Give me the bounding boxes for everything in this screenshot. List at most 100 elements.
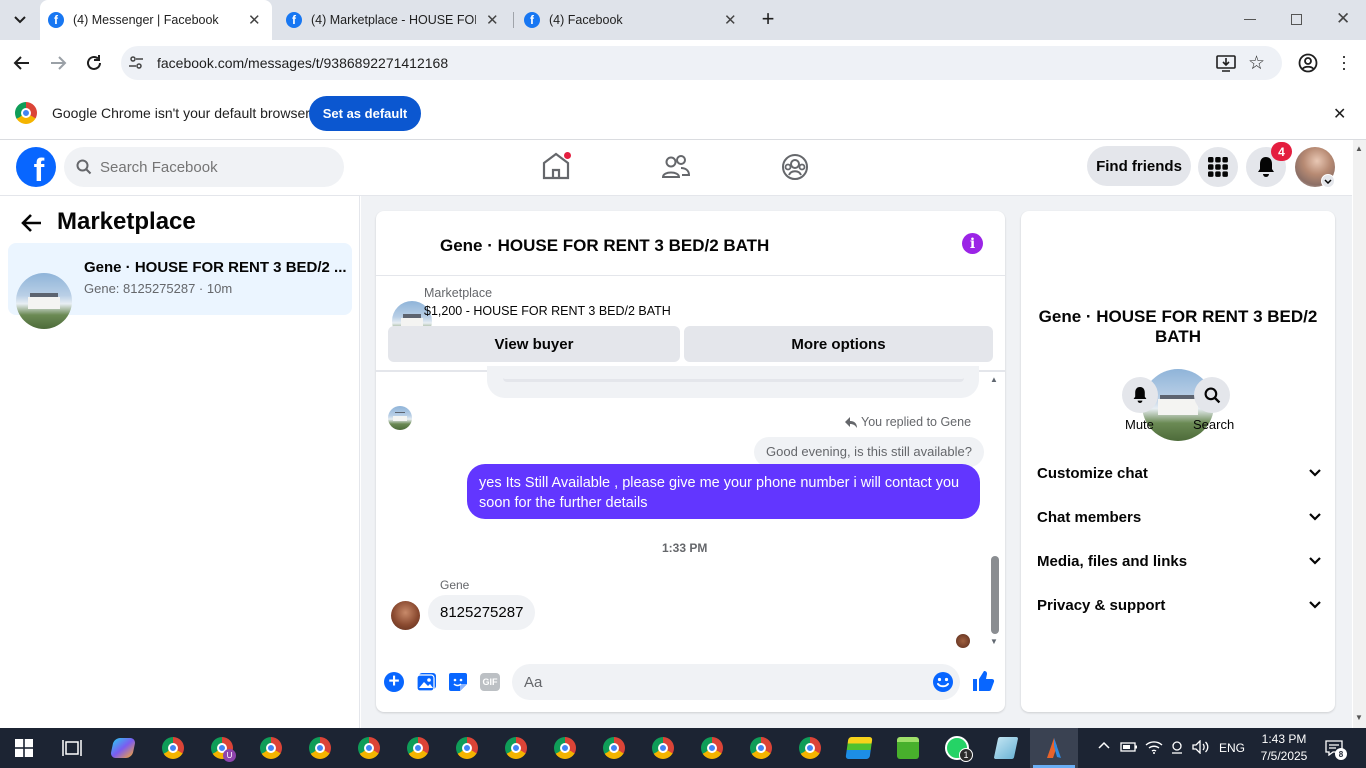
task-view-icon[interactable] bbox=[58, 734, 86, 762]
install-app-icon[interactable] bbox=[1216, 54, 1236, 72]
facebook-favicon-icon: f bbox=[524, 12, 540, 28]
green-app-icon[interactable] bbox=[894, 734, 922, 762]
mute-button[interactable] bbox=[1122, 377, 1158, 413]
chrome-taskbar-icon[interactable] bbox=[355, 734, 383, 762]
page-scrollbar[interactable] bbox=[1353, 140, 1366, 728]
chrome-taskbar-icon[interactable] bbox=[306, 734, 334, 762]
restore-icon[interactable] bbox=[1291, 14, 1302, 25]
tab-facebook[interactable]: f (4) Facebook ✕ bbox=[524, 0, 749, 40]
whatsapp-icon[interactable]: 1 bbox=[943, 734, 973, 762]
back-arrow-icon[interactable] bbox=[21, 213, 43, 233]
listing-price-title[interactable]: $1,200 - HOUSE FOR RENT 3 BED/2 BATH bbox=[424, 304, 671, 318]
friends-icon[interactable] bbox=[661, 153, 691, 181]
section-media-files-links[interactable]: Media, files and links bbox=[1037, 549, 1321, 573]
bluestacks-icon[interactable] bbox=[845, 734, 873, 762]
notification-badge: 4 bbox=[1271, 142, 1292, 161]
search-in-conversation-button[interactable] bbox=[1194, 377, 1230, 413]
tab-messenger[interactable]: f (4) Messenger | Facebook ✕ bbox=[40, 0, 272, 40]
site-info-icon[interactable] bbox=[128, 55, 144, 71]
profile-icon[interactable] bbox=[1298, 53, 1318, 73]
close-window-icon[interactable]: ✕ bbox=[1336, 9, 1350, 29]
section-label: Media, files and links bbox=[1037, 552, 1188, 570]
outgoing-message[interactable]: yes Its Still Available , please give me… bbox=[467, 464, 980, 519]
close-tab-icon[interactable]: ✕ bbox=[248, 11, 261, 29]
active-app-icon[interactable] bbox=[1040, 734, 1068, 762]
chrome-taskbar-icon[interactable] bbox=[649, 734, 677, 762]
attach-photo-icon[interactable] bbox=[416, 672, 437, 692]
chrome-menu-icon[interactable]: · · · bbox=[1341, 47, 1347, 77]
quoted-message[interactable]: Good evening, is this still available? bbox=[754, 437, 984, 467]
find-friends-button[interactable]: Find friends bbox=[1087, 146, 1191, 186]
chrome-taskbar-icon[interactable] bbox=[502, 734, 530, 762]
sticker-icon[interactable] bbox=[448, 672, 468, 692]
back-icon[interactable] bbox=[12, 53, 32, 73]
taskbar-clock[interactable]: 1:43 PM 7/5/2025 bbox=[1252, 731, 1316, 765]
windows-start-icon[interactable] bbox=[10, 734, 38, 762]
tab-marketplace[interactable]: f (4) Marketplace - HOUSE FOR R ✕ bbox=[286, 0, 511, 40]
facebook-search-box[interactable] bbox=[64, 147, 344, 187]
volume-icon[interactable] bbox=[1192, 740, 1210, 754]
close-infobar-icon[interactable]: ✕ bbox=[1333, 104, 1346, 124]
like-thumbs-up-icon[interactable] bbox=[971, 669, 995, 693]
chrome-taskbar-icon[interactable] bbox=[600, 734, 628, 762]
url-text[interactable]: facebook.com/messages/t/9386892271412168 bbox=[157, 55, 448, 71]
scroll-down-arrow-icon[interactable]: ▼ bbox=[1355, 713, 1363, 722]
chrome-taskbar-icon[interactable] bbox=[551, 734, 579, 762]
copilot-icon[interactable] bbox=[109, 734, 137, 762]
chrome-taskbar-icon[interactable] bbox=[698, 734, 726, 762]
chrome-taskbar-icon[interactable] bbox=[159, 734, 187, 762]
chrome-taskbar-icon[interactable] bbox=[453, 734, 481, 762]
meet-now-icon[interactable] bbox=[1169, 740, 1185, 754]
search-label: Search bbox=[1193, 417, 1235, 432]
chrome-taskbar-icon[interactable] bbox=[257, 734, 285, 762]
show-hidden-icons-icon[interactable] bbox=[1098, 741, 1110, 749]
input-language[interactable]: ENG bbox=[1219, 741, 1245, 755]
chrome-taskbar-icon[interactable] bbox=[747, 734, 775, 762]
facebook-search-input[interactable] bbox=[100, 158, 320, 176]
emoji-icon[interactable] bbox=[932, 671, 954, 693]
minimize-icon[interactable] bbox=[1244, 19, 1256, 20]
more-options-button[interactable]: More options bbox=[684, 326, 993, 362]
conversation-info-icon[interactable]: i bbox=[962, 233, 983, 254]
message-composer[interactable] bbox=[512, 664, 960, 700]
incoming-message[interactable]: 8125275287 bbox=[428, 595, 536, 630]
new-tab-icon[interactable]: + bbox=[757, 8, 779, 32]
chrome-taskbar-icon[interactable] bbox=[796, 734, 824, 762]
account-chevron-icon[interactable] bbox=[1321, 174, 1335, 188]
set-as-default-button[interactable]: Set as default bbox=[309, 96, 421, 131]
chrome-taskbar-icon[interactable] bbox=[404, 734, 432, 762]
facebook-logo-letter: f bbox=[33, 152, 45, 187]
message-input[interactable] bbox=[524, 673, 904, 691]
chat-title[interactable]: Gene · HOUSE FOR RENT 3 BED/2 BATH bbox=[440, 236, 769, 256]
section-chat-members[interactable]: Chat members bbox=[1037, 505, 1321, 529]
section-privacy-support[interactable]: Privacy & support bbox=[1037, 593, 1321, 617]
close-tab-icon[interactable]: ✕ bbox=[486, 11, 499, 29]
chat-scroll-down-icon[interactable]: ▼ bbox=[990, 637, 998, 646]
battery-icon[interactable] bbox=[1120, 741, 1138, 753]
notification-center-icon[interactable]: 8 bbox=[1325, 740, 1347, 760]
chrome-logo-icon bbox=[15, 102, 37, 124]
sender-avatar[interactable] bbox=[391, 601, 420, 630]
bookmark-star-icon[interactable]: ☆ bbox=[1248, 52, 1265, 75]
gif-icon[interactable]: GIF bbox=[480, 673, 500, 691]
forward-icon[interactable] bbox=[48, 53, 68, 73]
view-buyer-button[interactable]: View buyer bbox=[388, 326, 680, 362]
chat-scroll-thumb[interactable] bbox=[991, 556, 999, 634]
section-label: Privacy & support bbox=[1037, 596, 1166, 614]
close-tab-icon[interactable]: ✕ bbox=[724, 11, 737, 29]
chrome-profile-taskbar-icon[interactable]: U bbox=[208, 734, 236, 762]
facebook-logo-icon[interactable]: f bbox=[16, 147, 56, 187]
reload-icon[interactable] bbox=[84, 53, 104, 73]
chat-scroll-up-icon[interactable]: ▲ bbox=[990, 375, 998, 384]
reply-indicator-text: You replied to Gene bbox=[861, 415, 972, 429]
scroll-up-arrow-icon[interactable]: ▲ bbox=[1355, 144, 1363, 153]
section-customize-chat[interactable]: Customize chat bbox=[1037, 461, 1321, 485]
bell-icon bbox=[1133, 387, 1147, 403]
notepad-icon[interactable] bbox=[992, 734, 1020, 762]
tab-search-icon[interactable] bbox=[9, 10, 31, 30]
groups-icon[interactable] bbox=[781, 153, 809, 181]
more-actions-plus-icon[interactable]: + bbox=[384, 672, 404, 692]
menu-grid-button[interactable] bbox=[1198, 147, 1238, 187]
wifi-icon[interactable] bbox=[1145, 739, 1163, 755]
search-icon bbox=[76, 159, 92, 175]
